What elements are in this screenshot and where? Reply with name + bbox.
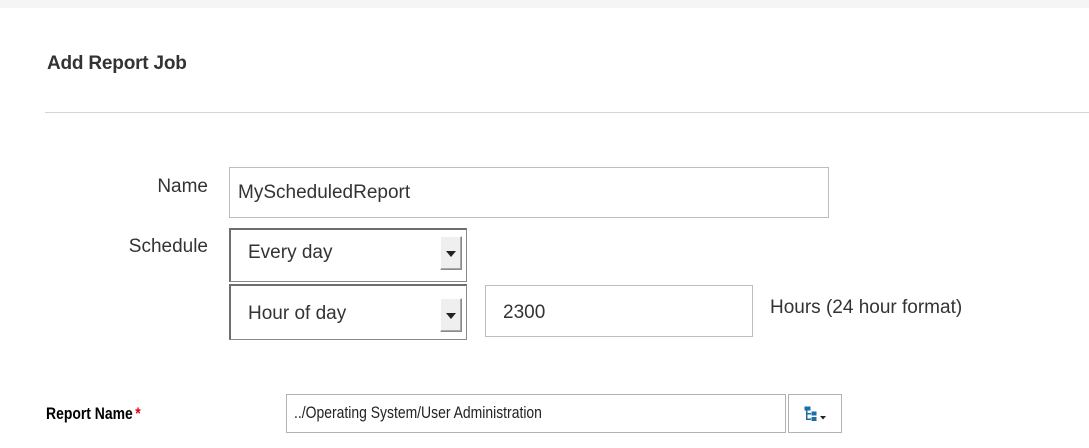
dialog-title: Add Report Job <box>47 53 187 74</box>
schedule-frequency-value: Every day <box>248 242 333 263</box>
report-tree-picker-button[interactable] <box>788 394 842 433</box>
report-name-value: ../Operating System/User Administration <box>294 403 542 422</box>
schedule-unit-select[interactable]: Hour of day <box>229 284 467 340</box>
schedule-unit-value: Hour of day <box>248 303 347 324</box>
name-input[interactable]: MyScheduledReport <box>229 167 829 218</box>
schedule-label: Schedule <box>128 236 208 257</box>
title-divider <box>45 112 1089 113</box>
chevron-down-icon[interactable] <box>440 236 462 270</box>
report-name-label: Report Name * <box>46 404 141 424</box>
hours-format-note: Hours (24 hour format) <box>770 297 963 318</box>
tree-browse-icon <box>804 406 826 421</box>
report-name-field[interactable]: ../Operating System/User Administration <box>286 394 786 433</box>
report-name-label-text: Report Name <box>46 404 133 423</box>
schedule-hours-input[interactable]: 2300 <box>485 285 753 337</box>
required-marker: * <box>135 404 141 423</box>
name-label: Name <box>157 176 208 197</box>
chevron-down-icon[interactable] <box>440 298 462 332</box>
schedule-frequency-select[interactable]: Every day <box>229 228 467 282</box>
top-strip <box>0 0 1089 8</box>
